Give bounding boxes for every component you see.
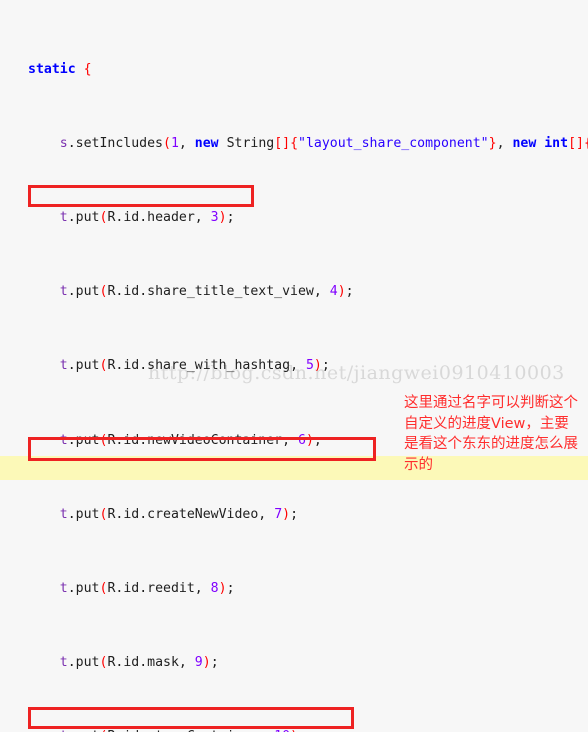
chinese-annotation-text: 这里通过名字可以判断这个自定义的进度View，主要是看这个东东的进度怎么展示的 <box>404 395 578 473</box>
code-line: t.put(R.id.share_title_text_view, 4); <box>59 284 354 300</box>
code-line: t.put(R.id.share_with_hashtag, 5); <box>59 358 330 374</box>
code-line: static { <box>28 61 92 77</box>
code-line: t.put(R.id.reedit, 8); <box>59 580 235 596</box>
code-line: t.put(R.id.stageContainer, 10); <box>0 728 588 732</box>
code-line: s.setIncludes(1, new String[]{"layout_sh… <box>59 135 588 151</box>
code-line: t.put(R.id.mask, 9); <box>59 655 219 671</box>
code-block[interactable]: static { s.setIncludes(1, new String[]{"… <box>0 0 588 732</box>
code-line: t.put(R.id.createNewVideo, 7); <box>59 506 299 522</box>
code-screenshot: http://blog.csdn.net/jiangwei0910410003 … <box>0 0 588 732</box>
code-line: t.put(R.id.header, 3); <box>59 210 235 226</box>
